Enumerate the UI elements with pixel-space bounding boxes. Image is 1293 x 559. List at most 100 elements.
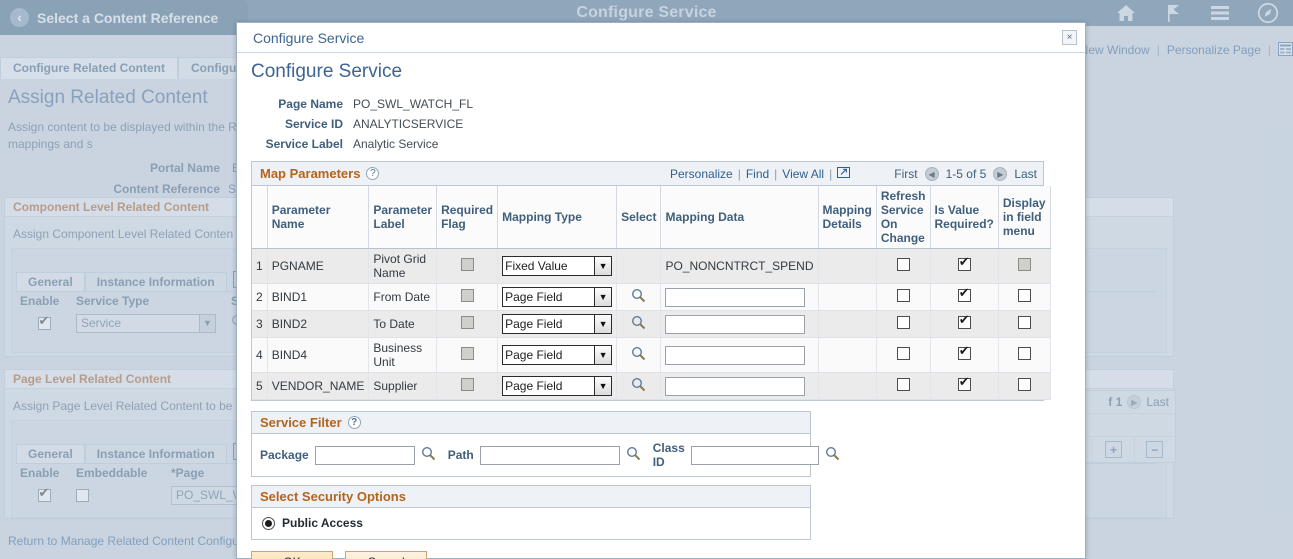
- display-in-field-menu-checkbox[interactable]: [1017, 316, 1031, 329]
- required-flag-checkbox[interactable]: [460, 289, 474, 302]
- display-in-field-menu-checkbox[interactable]: [1017, 347, 1031, 360]
- cell-mapping-details: [818, 248, 877, 284]
- cell-display-in-field-menu: [998, 372, 1051, 400]
- refresh-service-on-change-checkbox[interactable]: [896, 289, 910, 302]
- required-flag-checkbox[interactable]: [460, 258, 474, 271]
- service-filter-title: Service Filter: [260, 415, 342, 430]
- is-value-required-checkbox[interactable]: [957, 286, 971, 302]
- next-page-icon[interactable]: ▶: [993, 167, 1008, 181]
- mapping-data-input[interactable]: [665, 376, 806, 396]
- col-refresh-service-on-change: Refresh Service On Change: [876, 186, 931, 249]
- col-required-flag: Required Flag: [436, 186, 499, 249]
- return-to-manage-link[interactable]: Return to Manage Related Content Configu: [8, 534, 239, 548]
- pager-first[interactable]: First: [894, 167, 917, 181]
- back-to-content-reference-button[interactable]: ‹ Select a Content Reference: [0, 0, 248, 35]
- mapping-type-select[interactable]: Fixed ValuePage FieldSystem VariableGlob…: [502, 345, 613, 365]
- page-action-links: New Window | Personalize Page |: [1080, 40, 1293, 60]
- delete-row-button[interactable]: −: [1146, 441, 1164, 458]
- col-is-value-required: Is Value Required?: [930, 186, 999, 249]
- mapping-type-select[interactable]: Fixed ValuePage FieldSystem VariableGlob…: [502, 287, 613, 307]
- mapping-data-text: PO_NONCNTRCT_SPEND: [665, 259, 814, 273]
- home-icon[interactable]: [1115, 3, 1137, 23]
- page-title: Assign Related Content: [8, 87, 208, 108]
- ok-button[interactable]: OK: [251, 551, 333, 559]
- refresh-service-on-change-checkbox[interactable]: [896, 316, 910, 329]
- is-value-required-checkbox[interactable]: [957, 344, 971, 360]
- component-tab-general[interactable]: General: [16, 272, 85, 292]
- page-tab-general[interactable]: General: [16, 444, 85, 464]
- cell-display-in-field-menu: [998, 337, 1051, 373]
- component-enable-checkbox[interactable]: [37, 314, 51, 330]
- help-icon[interactable]: ?: [366, 167, 380, 180]
- mapping-data-input[interactable]: [665, 314, 806, 334]
- class-id-input[interactable]: [690, 445, 819, 465]
- flag-icon[interactable]: [1163, 3, 1183, 23]
- personalize-link[interactable]: Personalize: [670, 167, 733, 181]
- grid-icon[interactable]: [1278, 41, 1293, 59]
- mapping-type-select[interactable]: Fixed ValuePage FieldSystem VariableGlob…: [502, 314, 613, 334]
- lookup-icon[interactable]: [631, 346, 646, 364]
- table-header-row: Parameter Name Parameter Label Required …: [252, 186, 1051, 249]
- refresh-service-on-change-checkbox[interactable]: [896, 258, 910, 271]
- lookup-icon[interactable]: [631, 288, 646, 306]
- required-flag-checkbox[interactable]: [460, 316, 474, 329]
- is-value-required-checkbox[interactable]: [957, 313, 971, 329]
- background-pager-last[interactable]: Last: [1146, 395, 1169, 409]
- cell-mapping-data: PO_NONCNTRCT_SPEND: [660, 248, 819, 284]
- cell-required-flag: [436, 248, 499, 284]
- display-in-field-menu-checkbox[interactable]: [1017, 378, 1031, 391]
- new-window-link[interactable]: New Window: [1080, 43, 1150, 57]
- cell-is-value-required: [930, 283, 999, 311]
- component-tab-instance-information[interactable]: Instance Information: [84, 272, 227, 292]
- help-icon[interactable]: ?: [347, 416, 361, 429]
- pager-last[interactable]: Last: [1014, 167, 1037, 181]
- previous-page-icon[interactable]: ◀: [924, 167, 939, 181]
- close-icon[interactable]: ×: [1062, 30, 1077, 45]
- lookup-icon[interactable]: [626, 446, 641, 464]
- path-input[interactable]: [479, 445, 620, 465]
- refresh-service-on-change-checkbox[interactable]: [896, 378, 910, 391]
- cell-display-in-field-menu: [998, 283, 1051, 311]
- lookup-icon[interactable]: [631, 377, 646, 395]
- is-value-required-checkbox[interactable]: [957, 375, 971, 391]
- mapping-data-input[interactable]: [665, 287, 806, 307]
- is-value-required-checkbox[interactable]: [957, 255, 971, 271]
- find-link[interactable]: Find: [746, 167, 769, 181]
- mapping-data-input[interactable]: [665, 345, 806, 365]
- display-in-field-menu-checkbox[interactable]: [1017, 258, 1031, 271]
- menu-icon[interactable]: [1209, 4, 1231, 22]
- cancel-button[interactable]: Cancel: [345, 551, 427, 559]
- display-in-field-menu-checkbox[interactable]: [1017, 289, 1031, 302]
- link-separator-2: |: [1267, 43, 1271, 57]
- table-row: 4BIND4Business Unit Fixed ValuePage Field…: [252, 337, 1051, 373]
- lookup-icon[interactable]: [421, 446, 436, 464]
- mapping-type-select[interactable]: Fixed ValuePage FieldSystem VariableGlob…: [502, 376, 613, 396]
- lookup-icon[interactable]: [631, 315, 646, 333]
- package-label: Package: [260, 448, 309, 462]
- public-access-radio[interactable]: [262, 516, 275, 530]
- add-row-button[interactable]: +: [1104, 441, 1122, 458]
- expand-icon[interactable]: [837, 166, 851, 182]
- required-flag-checkbox[interactable]: [460, 347, 474, 360]
- map-parameters-header: Map Parameters ? Personalize | Find | Vi…: [252, 162, 1043, 186]
- personalize-page-link[interactable]: Personalize Page: [1167, 43, 1261, 57]
- table-row: 1PGNAMEPivot Grid Name Fixed ValuePage Fi…: [252, 248, 1051, 284]
- cell-parameter-label: From Date: [368, 283, 438, 311]
- chevron-down-icon: ▼: [199, 314, 215, 332]
- page-name-label: Page Name: [278, 97, 343, 111]
- compass-icon[interactable]: [1257, 2, 1279, 24]
- next-page-icon[interactable]: ▶: [1127, 395, 1142, 409]
- service-label-row: Service Label Analytic Service: [251, 137, 1071, 151]
- package-input[interactable]: [314, 445, 415, 465]
- refresh-service-on-change-checkbox[interactable]: [896, 347, 910, 360]
- lookup-icon[interactable]: [825, 446, 840, 464]
- view-all-link[interactable]: View All: [782, 167, 824, 181]
- map-parameters-table: Parameter Name Parameter Label Required …: [252, 186, 1051, 400]
- page-embeddable-checkbox[interactable]: [76, 488, 89, 502]
- page-enable-checkbox[interactable]: [37, 486, 51, 502]
- tab-configure-related-content[interactable]: Configure Related Content: [0, 57, 178, 79]
- mapping-type-select[interactable]: Fixed ValuePage FieldSystem VariableGlob…: [502, 256, 613, 276]
- required-flag-checkbox[interactable]: [460, 378, 474, 391]
- component-service-type-select[interactable]: Service ▼: [76, 313, 216, 333]
- page-tab-instance-information[interactable]: Instance Information: [84, 444, 227, 464]
